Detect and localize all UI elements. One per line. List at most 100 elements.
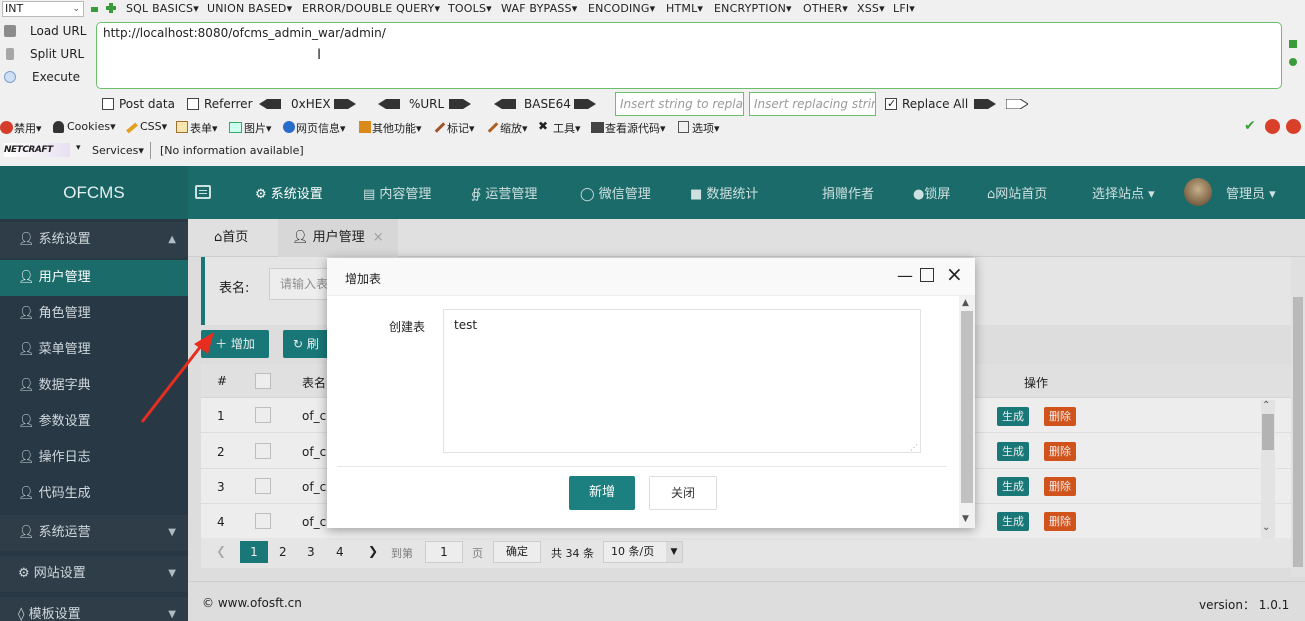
wd-outline-menu[interactable]: 标记▾ — [447, 120, 475, 136]
cookie-icon — [53, 121, 64, 133]
plus-icon[interactable] — [1289, 58, 1297, 66]
wd-view-source-menu[interactable]: 查看源代码▾ — [605, 120, 666, 136]
wd-page-info-menu[interactable]: 网页信息▾ — [296, 120, 346, 136]
replace-all-arrow-icon[interactable] — [1006, 99, 1028, 109]
hex-label: 0xHEX — [291, 97, 331, 111]
wd-disable-menu[interactable]: 禁用▾ — [14, 120, 42, 136]
base64-label: BASE64 — [524, 97, 571, 111]
wd-misc-menu[interactable]: 其他功能▾ — [372, 120, 422, 136]
web-developer-toolbar: 禁用▾ Cookies▾ CSS▾ 表单▾ 图片▾ 网页信息▾ 其他功能▾ 标记… — [0, 118, 1305, 136]
menu-other[interactable]: OTHER▾ — [803, 2, 848, 15]
split-url-icon — [6, 48, 14, 60]
warning-icon[interactable] — [1286, 119, 1301, 134]
wd-resize-menu[interactable]: 缩放▾ — [500, 120, 528, 136]
menu-encryption[interactable]: ENCRYPTION▾ — [714, 2, 792, 15]
create-table-textarea[interactable]: test ⋰ — [443, 309, 921, 453]
app-header: OFCMS ⚙ 系统设置 ▤ 内容管理 ∯ 运营管理 ◯ 微信管理 ■ 数据统计… — [0, 166, 1305, 219]
chevron-down-icon: ▼ — [168, 568, 176, 579]
check-icon[interactable]: ✔ — [1244, 118, 1256, 134]
netcraft-logo[interactable]: NETCRAFT — [4, 143, 70, 157]
netcraft-info: [No information available] — [160, 144, 304, 157]
replace-arrow-icon[interactable] — [974, 99, 996, 109]
wd-cookies-menu[interactable]: Cookies▾ — [67, 120, 116, 133]
sidebar-item-template-settings[interactable]: ◊ 模板设置 ▼ — [0, 597, 188, 621]
wd-options-menu[interactable]: 选项▾ — [692, 120, 720, 136]
close-button[interactable]: 关闭 — [649, 476, 717, 510]
nav-lock[interactable]: ●锁屏 — [913, 183, 950, 202]
replace-all-checkbox[interactable]: ✓ Replace All — [885, 96, 968, 112]
wd-css-menu[interactable]: CSS▾ — [140, 120, 167, 133]
error-icon[interactable] — [1265, 119, 1280, 134]
admin-menu[interactable]: 管理员 ▾ — [1226, 183, 1276, 202]
dialog-scrollbar[interactable]: ▲ ▼ — [959, 296, 975, 528]
minus-icon[interactable] — [1289, 40, 1297, 48]
sidebar-item-system-settings[interactable]: 👤︎ 系统设置 ▲ — [0, 222, 188, 258]
post-data-checkbox[interactable]: Post data — [102, 96, 175, 112]
netcraft-services-menu[interactable]: Services▾ — [92, 144, 144, 157]
maximize-icon[interactable] — [920, 268, 934, 282]
menu-tools[interactable]: TOOLS▾ — [448, 2, 492, 15]
view-source-icon — [591, 122, 604, 133]
load-url-icon — [4, 25, 16, 37]
dialog-header: 增加表 — × — [327, 258, 975, 296]
sidebar-item-system-ops[interactable]: 👤︎ 系统运营 ▼ — [0, 515, 188, 551]
split-url-button[interactable]: Split URL — [0, 44, 92, 64]
divider — [337, 466, 947, 467]
wd-tools-menu[interactable]: 工具▾ — [553, 120, 581, 136]
nav-statistics[interactable]: ■ 数据统计 — [690, 183, 758, 202]
nav-operations[interactable]: ∯ 运营管理 — [471, 183, 537, 202]
menu-lfi[interactable]: LFI▾ — [893, 2, 915, 15]
menu-sql-basics[interactable]: SQL BASICS▾ — [126, 2, 199, 15]
menu-toggle-icon[interactable] — [195, 185, 211, 199]
close-icon[interactable]: × — [946, 263, 963, 285]
resize-icon — [487, 122, 499, 133]
decode-base64-icon[interactable] — [494, 99, 516, 109]
decode-hex-icon[interactable] — [259, 99, 281, 109]
nav-system-settings[interactable]: ⚙ 系统设置 — [255, 183, 323, 202]
resize-handle-icon[interactable]: ⋰ — [910, 443, 918, 452]
tools-icon: ✖ — [538, 119, 549, 133]
chevron-down-icon: ⌄ — [72, 4, 80, 14]
menu-html[interactable]: HTML▾ — [666, 2, 703, 15]
menu-union-based[interactable]: UNION BASED▾ — [207, 2, 292, 15]
injection-type-select[interactable]: INT ⌄ — [2, 1, 84, 17]
misc-icon — [359, 121, 371, 133]
menu-xss[interactable]: XSS▾ — [857, 2, 885, 15]
encode-url-icon[interactable] — [449, 99, 471, 109]
menu-error-double-query[interactable]: ERROR/DOUBLE QUERY▾ — [302, 2, 440, 15]
add-table-dialog: 增加表 — × 创建表 test ⋰ 新增 关闭 ▲ ▼ — [327, 258, 975, 528]
sidebar-item-code-generation[interactable]: 👤︎ 代码生成 — [0, 476, 188, 512]
menu-encoding[interactable]: ENCODING▾ — [588, 2, 655, 15]
nav-content[interactable]: ▤ 内容管理 — [363, 183, 431, 202]
form-icon — [176, 121, 188, 133]
replacing-string-input[interactable]: Insert replacing string — [749, 92, 876, 116]
decode-url-icon[interactable] — [378, 99, 400, 109]
encode-hex-icon[interactable] — [334, 99, 356, 109]
execute-button[interactable]: Execute — [0, 67, 92, 87]
menu-waf-bypass[interactable]: WAF BYPASS▾ — [501, 2, 577, 15]
url-input[interactable]: http://localhost:8080/ofcms_admin_war/ad… — [96, 22, 1282, 89]
sidebar-item-site-settings[interactable]: ⚙ 网站设置 ▼ — [0, 556, 188, 592]
minus-icon[interactable] — [91, 7, 98, 12]
css-icon — [126, 122, 138, 134]
nav-select-site[interactable]: 选择站点 ▾ — [1092, 183, 1155, 202]
netcraft-dropdown-icon[interactable]: ▾ — [76, 143, 81, 153]
load-url-button[interactable]: Load URL — [0, 21, 92, 41]
plus-icon[interactable] — [106, 3, 116, 13]
avatar[interactable] — [1184, 178, 1212, 206]
wd-form-menu[interactable]: 表单▾ — [190, 120, 218, 136]
nav-donate[interactable]: 捐赠作者 — [822, 183, 874, 202]
app-logo[interactable]: OFCMS — [0, 166, 188, 219]
minimize-icon[interactable]: — — [897, 266, 913, 285]
nav-home[interactable]: ⌂网站首页 — [987, 183, 1047, 202]
sidebar-item-user-management[interactable]: 👤︎ 用户管理 — [0, 260, 188, 296]
referrer-checkbox[interactable]: Referrer — [187, 96, 253, 112]
insert-string-input[interactable]: Insert string to replace — [615, 92, 744, 116]
encode-base64-icon[interactable] — [574, 99, 596, 109]
sidebar-item-operation-log[interactable]: 👤︎ 操作日志 — [0, 440, 188, 476]
submit-button[interactable]: 新增 — [569, 476, 635, 510]
nav-wechat[interactable]: ◯ 微信管理 — [580, 183, 651, 202]
outline-icon — [434, 122, 446, 133]
wd-image-menu[interactable]: 图片▾ — [244, 120, 272, 136]
sidebar-item-role-management[interactable]: 👤︎ 角色管理 — [0, 296, 188, 332]
